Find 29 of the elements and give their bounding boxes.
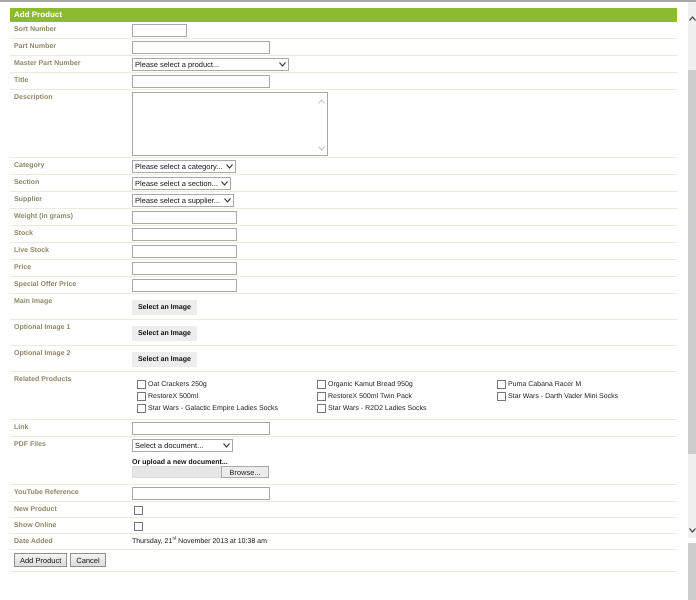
text-field[interactable] bbox=[132, 24, 187, 37]
file-field[interactable] bbox=[132, 466, 221, 478]
checkbox[interactable] bbox=[134, 522, 143, 531]
text-field[interactable] bbox=[132, 262, 237, 275]
text-field[interactable] bbox=[132, 245, 237, 258]
text-field[interactable] bbox=[132, 41, 270, 54]
scroll-down-icon[interactable] bbox=[689, 528, 696, 533]
text-field[interactable] bbox=[132, 487, 270, 500]
checkbox[interactable] bbox=[317, 392, 326, 401]
caret-icon bbox=[279, 62, 286, 67]
text-field[interactable] bbox=[132, 75, 270, 88]
text-field[interactable] bbox=[132, 422, 270, 435]
checkbox[interactable] bbox=[137, 404, 146, 413]
text-field[interactable] bbox=[132, 211, 237, 224]
caret-icon bbox=[221, 181, 228, 186]
caret-icon bbox=[223, 443, 230, 448]
text-field[interactable] bbox=[132, 228, 237, 241]
scroll-up-icon[interactable] bbox=[689, 16, 696, 21]
section-header: Add Product bbox=[10, 8, 677, 22]
caret-icon bbox=[226, 164, 233, 169]
checkbox[interactable] bbox=[137, 392, 146, 401]
checkbox[interactable] bbox=[317, 404, 326, 413]
text-field[interactable] bbox=[132, 279, 237, 292]
checkbox[interactable] bbox=[137, 380, 146, 389]
checkbox[interactable] bbox=[497, 380, 506, 389]
checkbox[interactable] bbox=[134, 506, 143, 515]
checkbox[interactable] bbox=[317, 380, 326, 389]
caret-icon bbox=[224, 198, 231, 203]
checkbox[interactable] bbox=[497, 392, 506, 401]
